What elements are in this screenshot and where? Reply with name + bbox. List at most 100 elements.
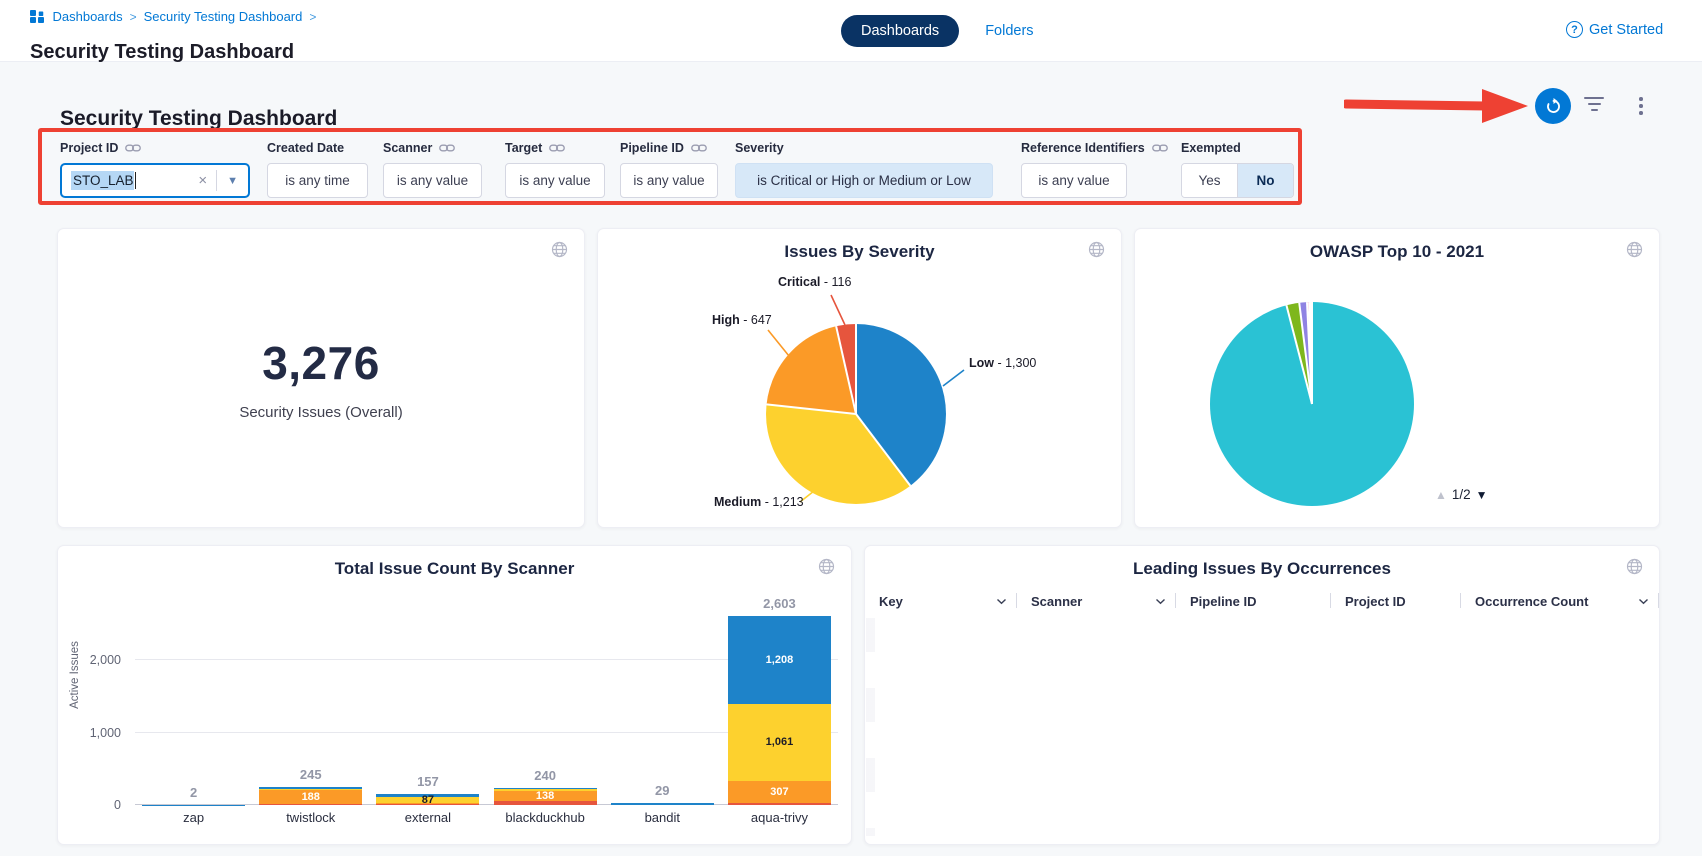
tile-leading-issues-by-occurrences: Leading Issues By Occurrences KeyScanner… [864, 545, 1660, 845]
text-cursor [135, 172, 136, 189]
bar-external: 157 87 [369, 545, 486, 805]
owasp-pie [1210, 302, 1414, 506]
bar-bandit: 29 [604, 545, 721, 805]
bar-segment-value: 1,061 [766, 737, 794, 747]
bar-segment-value: 307 [770, 787, 788, 797]
bar-total-label: 29 [655, 783, 669, 798]
column-header-scanner[interactable]: Scanner [1017, 588, 1176, 614]
bar-segment-low [611, 803, 714, 805]
stat-value: 3,276 [262, 336, 380, 390]
bar-total-label: 157 [417, 774, 439, 789]
severity-filter-chip[interactable]: is Critical or High or Medium or Low [735, 163, 993, 198]
page-indicator: 1/2 [1452, 487, 1471, 502]
x-category-label: twistlock [252, 810, 369, 825]
clear-icon[interactable]: × [189, 172, 216, 189]
bar-aqua-trivy: 2,6033071,0611,208 [721, 545, 838, 805]
tab-dashboards[interactable]: Dashboards [841, 15, 959, 47]
bar-blackduckhub: 240 138 [487, 545, 604, 805]
tile-security-issues-overall: 3,276 Security Issues (Overall) [57, 228, 585, 528]
breadcrumb-security-testing-dashboard[interactable]: Security Testing Dashboard [144, 9, 303, 24]
filter-pipeline-id: Pipeline ID is any value [620, 140, 718, 198]
filter-label: Exempted [1181, 141, 1241, 155]
exempted-yes-button[interactable]: Yes [1182, 164, 1237, 197]
pie-label-high: High - 647 [712, 313, 772, 327]
link-icon [691, 143, 707, 153]
leading-issues-table-body [866, 618, 1658, 836]
filter-target: Target is any value [505, 140, 605, 198]
bar-segment-low [259, 787, 362, 788]
filter-severity: Severity is Critical or High or Medium o… [735, 140, 993, 198]
stat-label: Security Issues (Overall) [239, 404, 402, 421]
column-header-pipeline-id: Pipeline ID [1176, 588, 1331, 614]
chart-title: Leading Issues By Occurrences [865, 559, 1659, 579]
exempted-no-button[interactable]: No [1237, 164, 1293, 197]
pie-label-critical: Critical - 116 [778, 275, 851, 289]
dashboard-heading: Security Testing Dashboard [60, 107, 337, 131]
pipeline-id-filter-button[interactable]: is any value [620, 163, 718, 198]
scanner-bar-categories: zaptwistlockexternalblackduckhubbanditaq… [135, 810, 838, 825]
project-id-value: STO_LAB [71, 171, 134, 190]
page-up-icon[interactable]: ▲ [1435, 488, 1447, 502]
x-category-label: zap [135, 810, 252, 825]
dropdown-caret-icon[interactable]: ▼ [217, 175, 248, 187]
bar-segment-medium: 1,061 [728, 704, 831, 781]
column-header-project-id: Project ID [1331, 588, 1461, 614]
link-icon [549, 143, 565, 153]
created-date-filter-button[interactable]: is any time [267, 163, 368, 198]
bar-segment-low [494, 788, 597, 790]
x-category-label: aqua-trivy [721, 810, 838, 825]
column-header-occurrence-count[interactable]: Occurrence Count [1461, 588, 1659, 614]
pie-label-medium: Medium - 1,213 [714, 495, 804, 509]
bar-segment-high: 138 [494, 791, 597, 801]
top-header: Dashboards > Security Testing Dashboard … [0, 0, 1702, 62]
filter-label: Reference Identifiers [1021, 141, 1145, 155]
page-down-icon[interactable]: ▼ [1476, 488, 1488, 502]
bar-segment-low: 1,208 [728, 616, 831, 704]
help-icon: ? [1566, 21, 1583, 38]
globe-icon[interactable] [1088, 241, 1105, 263]
bar-twistlock: 245188 [252, 545, 369, 805]
dashboard-filter-icon[interactable] [1583, 97, 1605, 115]
exempted-segmented-control: Yes No [1181, 163, 1294, 198]
breadcrumb: Dashboards > Security Testing Dashboard … [30, 9, 316, 24]
get-started-label: Get Started [1589, 22, 1663, 38]
pie-label-low: Low - 1,300 [969, 356, 1036, 370]
bar-total-label: 240 [534, 768, 556, 783]
chart-title: Issues By Severity [598, 242, 1121, 262]
chevron-down-icon [1155, 598, 1166, 605]
filter-label: Severity [735, 141, 784, 155]
bar-segment-critical [259, 804, 362, 805]
reference-identifiers-filter-button[interactable]: is any value [1021, 163, 1127, 198]
project-id-input[interactable]: STO_LAB × ▼ [60, 163, 250, 198]
filter-label: Project ID [60, 141, 118, 155]
tab-folders[interactable]: Folders [985, 23, 1033, 39]
bar-segment-value: 1,208 [766, 655, 794, 665]
filter-created-date: Created Date is any time [267, 140, 368, 198]
breadcrumb-separator: > [309, 10, 316, 24]
x-category-label: external [369, 810, 486, 825]
get-started-link[interactable]: ? Get Started [1566, 21, 1663, 38]
refresh-button[interactable] [1535, 88, 1571, 124]
issues-by-severity-pie [766, 324, 946, 504]
bar-segment-value: 138 [536, 791, 554, 801]
filter-project-id: Project ID STO_LAB × ▼ [60, 140, 250, 198]
y-tick: 0 [69, 798, 121, 812]
refresh-icon [1544, 97, 1563, 116]
globe-icon[interactable] [1626, 241, 1643, 263]
bar-segment-medium: 87 [376, 797, 479, 803]
scanner-bar-plot: Active Issues 01,0002,000224518815787240… [135, 545, 838, 805]
kebab-menu-icon[interactable] [1634, 93, 1648, 119]
scanner-filter-button[interactable]: is any value [383, 163, 482, 198]
tile-owasp-top-10: OWASP Top 10 - 2021 ▲ 1/2 ▼ [1134, 228, 1660, 528]
column-header-key[interactable]: Key [865, 588, 1017, 614]
bar-segment-medium [259, 789, 362, 791]
target-filter-button[interactable]: is any value [505, 163, 605, 198]
leading-issues-table-header: KeyScannerPipeline IDProject IDOccurrenc… [865, 588, 1659, 614]
bar-segment-high: 307 [728, 781, 831, 803]
bar-zap: 2 [135, 545, 252, 805]
globe-icon[interactable] [1626, 558, 1643, 580]
link-icon [1152, 143, 1168, 153]
breadcrumb-separator: > [130, 10, 137, 24]
breadcrumb-dashboards[interactable]: Dashboards [53, 9, 123, 24]
annotation-arrow [1344, 86, 1530, 126]
